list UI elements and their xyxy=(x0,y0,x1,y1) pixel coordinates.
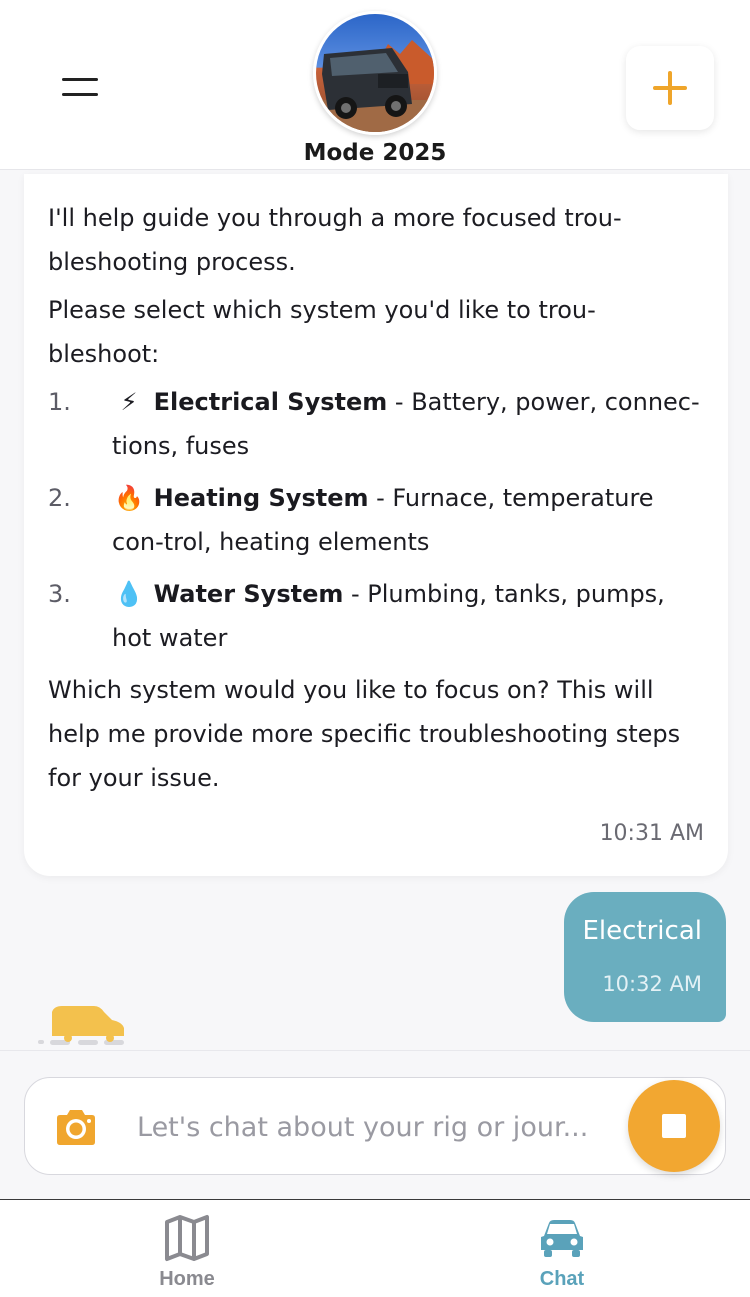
tab-label: Chat xyxy=(539,1268,585,1290)
app-header: Mode 2025 xyxy=(0,0,750,170)
option-title: Heating System xyxy=(153,484,369,512)
hamburger-menu-icon[interactable] xyxy=(60,74,100,100)
tab-chat[interactable]: Chat xyxy=(492,1200,632,1297)
camera-icon[interactable] xyxy=(53,1108,99,1148)
lightning-icon: ⚡ xyxy=(120,388,138,416)
vehicle-avatar[interactable] xyxy=(313,11,437,135)
tab-home[interactable]: Home xyxy=(117,1200,257,1297)
vehicle-name: Mode 2025 xyxy=(303,140,447,166)
tab-label: Home xyxy=(159,1268,215,1290)
water-drop-icon: 💧 xyxy=(114,580,144,608)
option-title: Electrical System xyxy=(153,388,388,416)
chat-messages[interactable]: I'll help guide you through a more focus… xyxy=(0,170,750,1050)
add-button[interactable] xyxy=(626,46,714,130)
map-icon xyxy=(165,1215,209,1261)
car-icon xyxy=(541,1220,583,1257)
vehicle-photo xyxy=(316,14,434,132)
fire-icon: 🔥 xyxy=(114,484,144,512)
option-water: 3. 💧 Water System - Plumbing, tanks, pum… xyxy=(48,572,702,660)
message-input-box xyxy=(24,1077,726,1175)
bottom-tab-bar: Home Chat xyxy=(0,1199,750,1297)
message-closing: Which system would you like to focus on?… xyxy=(48,676,681,792)
assistant-message: I'll help guide you through a more focus… xyxy=(24,174,728,876)
stop-button[interactable] xyxy=(628,1080,720,1172)
stop-icon xyxy=(662,1114,686,1138)
option-title: Water System xyxy=(153,580,344,608)
system-options-list: 1. ⚡ Electrical System - Battery, power,… xyxy=(48,380,702,660)
option-heating: 2. 🔥 Heating System - Furnace, temperatu… xyxy=(48,476,702,564)
option-electrical: 1. ⚡ Electrical System - Battery, power,… xyxy=(48,380,702,468)
message-timestamp: 10:31 AM xyxy=(599,821,704,846)
user-message-text: Electrical xyxy=(582,916,702,946)
message-intro: I'll help guide you through a more focus… xyxy=(48,204,622,276)
message-timestamp: 10:32 AM xyxy=(602,972,702,996)
user-message: Electrical 10:32 AM xyxy=(564,892,726,1022)
message-prompt: Please select which system you'd like to… xyxy=(48,296,596,368)
vehicle-typing-icon xyxy=(38,1006,124,1045)
chat-input[interactable] xyxy=(137,1102,617,1152)
